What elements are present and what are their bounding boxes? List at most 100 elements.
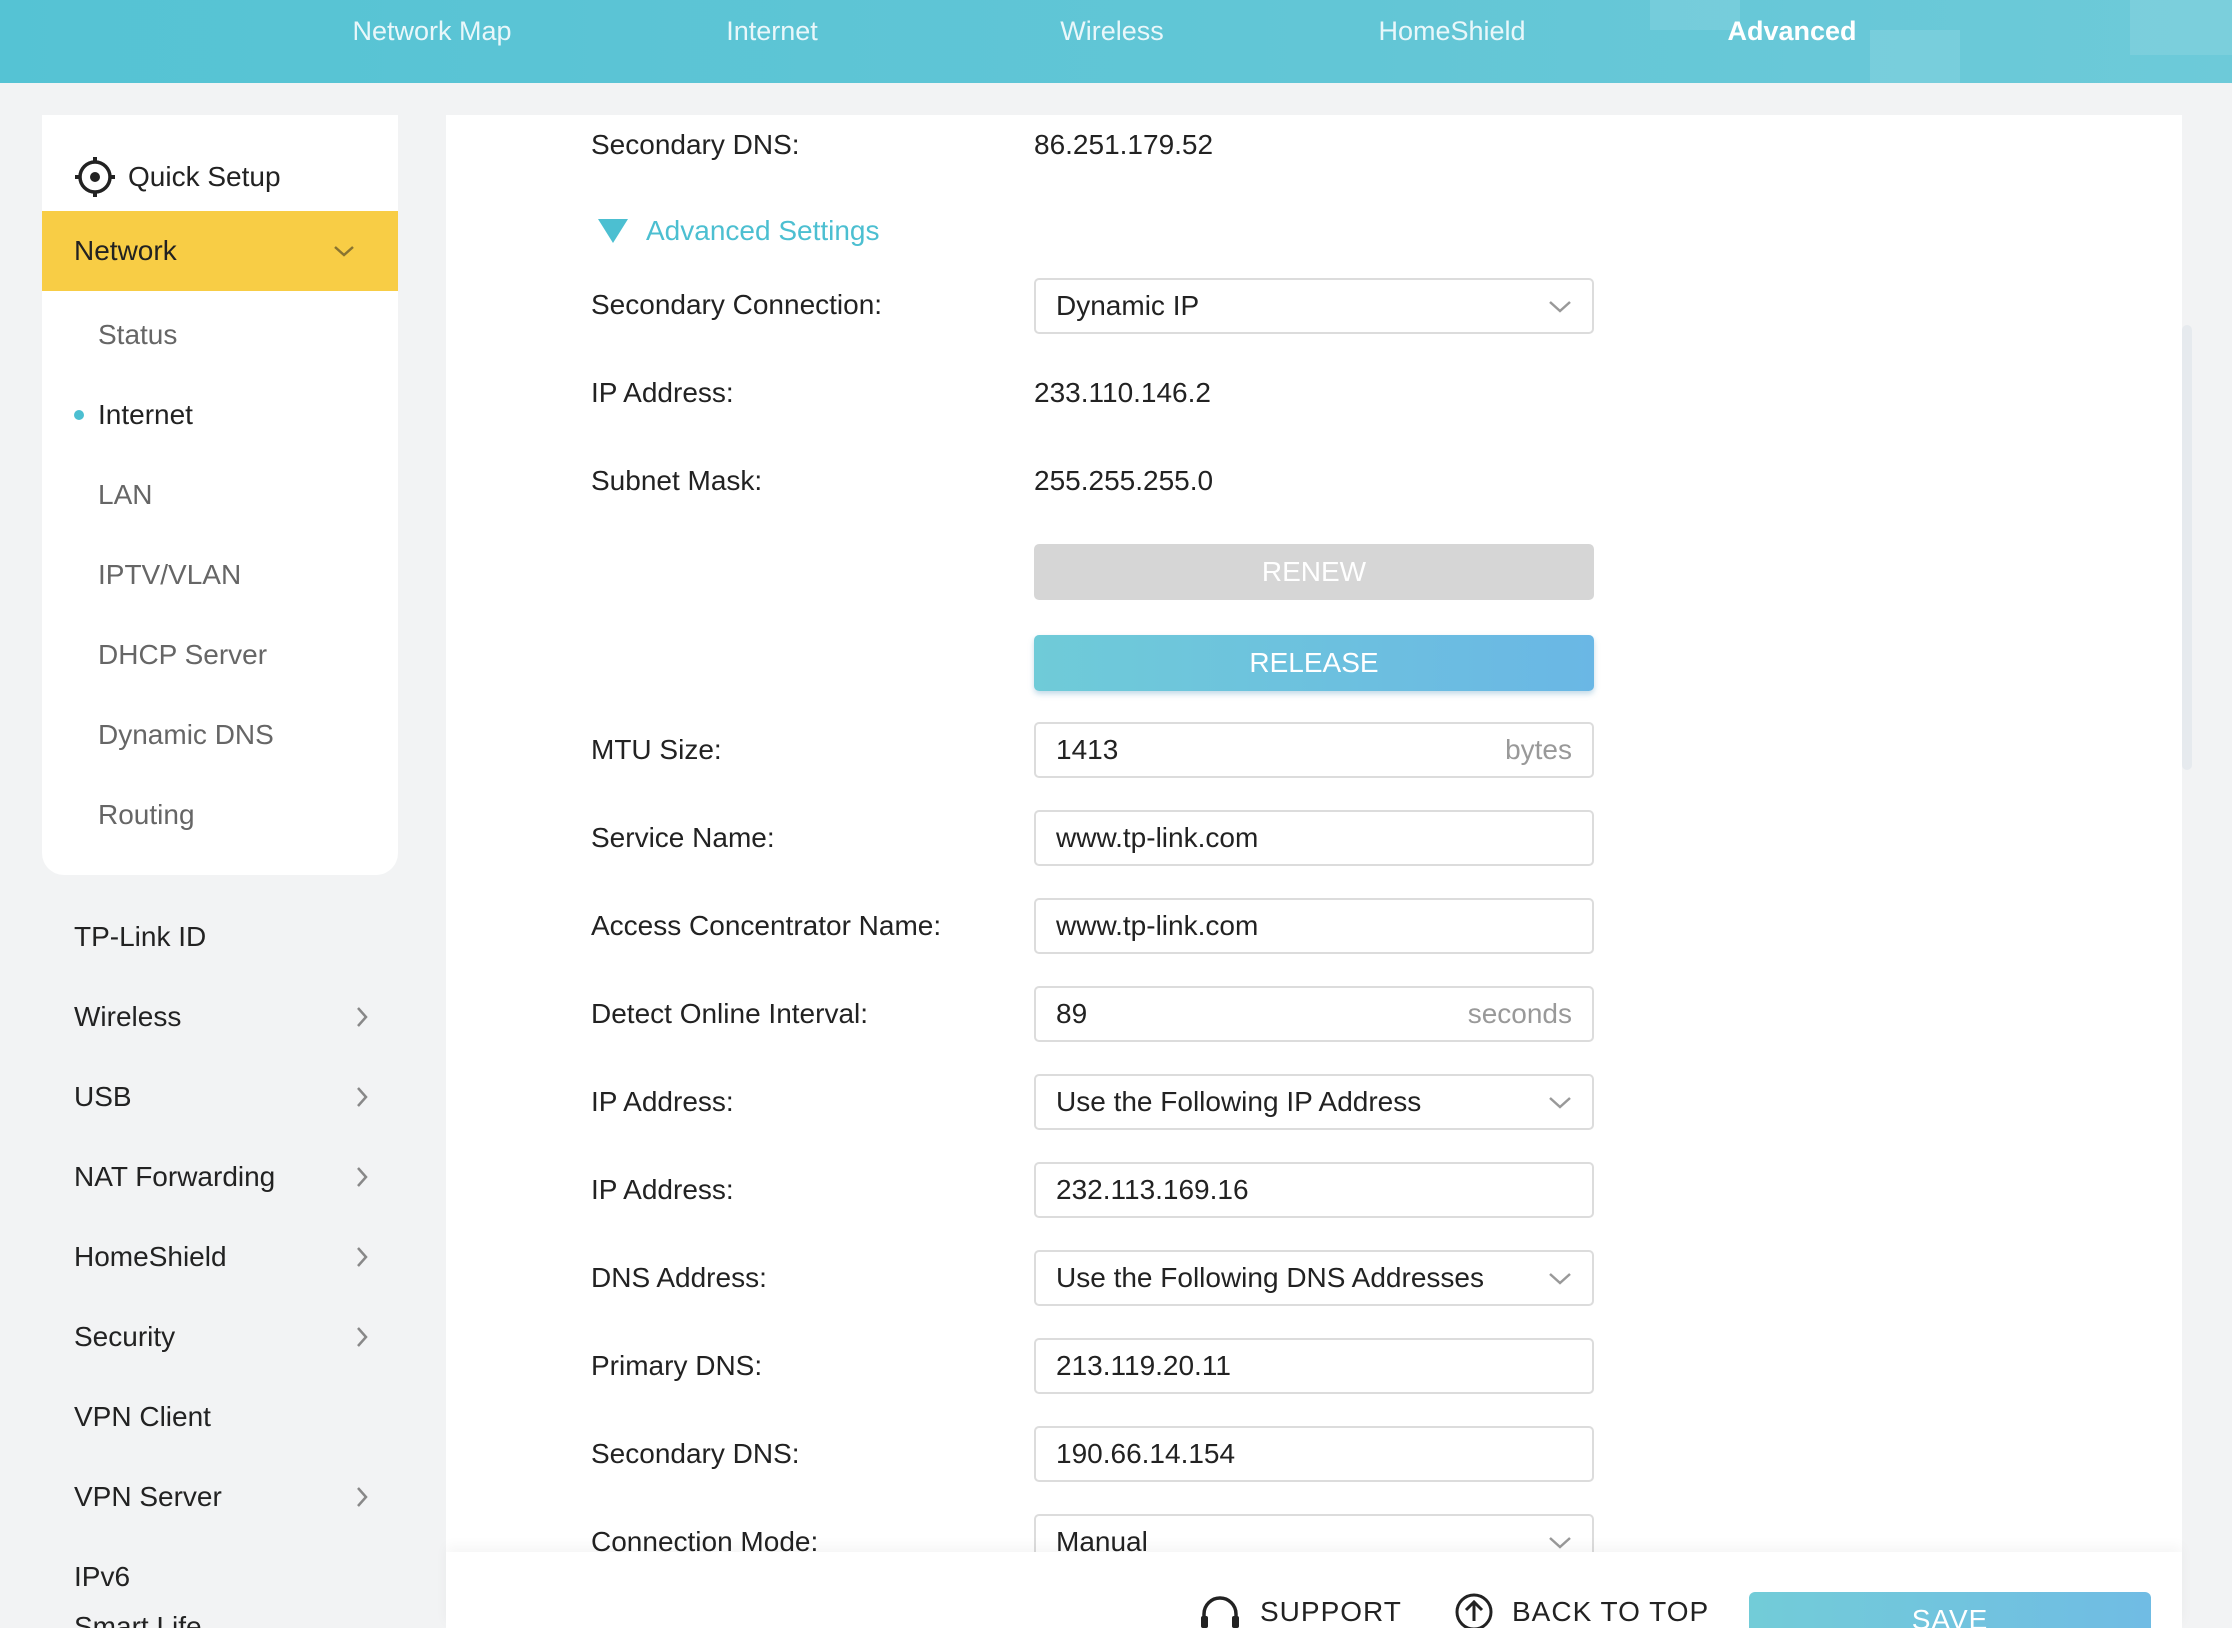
sidebar-item-ipv6[interactable]: IPv6 [74, 1555, 374, 1599]
support-link[interactable]: SUPPORT [1198, 1592, 1402, 1628]
tab-internet[interactable]: Internet [726, 0, 818, 62]
chevron-down-icon [334, 246, 354, 257]
sidebar-item-smart-life[interactable]: Smart Life [74, 1605, 374, 1628]
sidebar-item-label: Network [74, 235, 177, 266]
sidebar-item-label: Security [74, 1321, 176, 1352]
input-value: www.tp-link.com [1056, 910, 1259, 941]
sidebar-item-label: IPv6 [74, 1561, 131, 1592]
back-to-top-link[interactable]: BACK TO TOP [1454, 1592, 1709, 1628]
sidebar-item-label: Quick Setup [128, 161, 281, 192]
chevron-right-icon [357, 1087, 368, 1107]
service-name-label: Service Name: [591, 822, 775, 853]
sidebar-item-label: VPN Server [74, 1481, 222, 1512]
sidebar-subitem-status[interactable]: Status [98, 315, 177, 355]
sidebar-subitem-routing[interactable]: Routing [98, 795, 195, 835]
select-value: Dynamic IP [1056, 290, 1200, 321]
subnet-mask-label: Subnet Mask: [591, 465, 763, 496]
sidebar-subitem-internet[interactable]: Internet [98, 395, 193, 435]
sidebar-item-usb[interactable]: USB [74, 1075, 374, 1119]
sidebar-item-vpn-server[interactable]: VPN Server [74, 1475, 374, 1519]
mtu-size-label: MTU Size: [591, 734, 722, 765]
back-to-top-label: BACK TO TOP [1512, 1596, 1710, 1627]
advanced-settings-toggle[interactable]: Advanced Settings [598, 211, 880, 251]
advanced-settings-label: Advanced Settings [646, 215, 880, 246]
access-concentrator-input[interactable]: www.tp-link.com [1034, 898, 1594, 954]
sidebar-item-tp-link-id[interactable]: TP-Link ID [74, 915, 374, 959]
mtu-size-input[interactable]: 1413 bytes [1034, 722, 1594, 778]
sidebar-item-label: USB [74, 1081, 132, 1112]
sidebar-item-vpn-client[interactable]: VPN Client [74, 1395, 374, 1439]
scrollbar[interactable] [2182, 325, 2192, 770]
chevron-down-icon [1549, 301, 1571, 313]
subnet-mask-value: 255.255.255.0 [1034, 465, 1214, 496]
support-label: SUPPORT [1260, 1596, 1402, 1627]
ip-address-label: IP Address: [591, 377, 734, 408]
ip-address-value: 233.110.146.2 [1034, 377, 1211, 408]
sidebar-subitem-dynamic-dns[interactable]: Dynamic DNS [98, 715, 274, 755]
sidebar-item-security[interactable]: Security [74, 1315, 374, 1359]
active-indicator-dot [74, 410, 84, 420]
sidebar-item-homeshield[interactable]: HomeShield [74, 1235, 374, 1279]
service-name-input[interactable]: www.tp-link.com [1034, 810, 1594, 866]
detect-online-interval-label: Detect Online Interval: [591, 998, 869, 1029]
main-content: Secondary DNS: 86.251.179.52 Advanced Se… [446, 115, 2182, 1628]
renew-button[interactable]: RENEW [1034, 544, 1594, 600]
chevron-right-icon [357, 1247, 368, 1267]
secondary-dns-top-label: Secondary DNS: [591, 129, 800, 160]
unit-label: bytes [1505, 734, 1572, 765]
gear-icon [75, 157, 115, 197]
header-decoration [1870, 30, 1960, 83]
chevron-down-icon [1549, 1097, 1571, 1109]
select-value: Use the Following IP Address [1056, 1086, 1422, 1117]
sidebar-subitem-dhcp-server[interactable]: DHCP Server [98, 635, 267, 675]
sidebar-item-label: NAT Forwarding [74, 1161, 276, 1192]
ip-address-input[interactable]: 232.113.169.16 [1034, 1162, 1594, 1218]
input-value: 1413 [1056, 734, 1119, 765]
arrow-up-circle-icon [1455, 1593, 1493, 1628]
input-value: 213.119.20.11 [1056, 1350, 1231, 1381]
detect-online-interval-input[interactable]: 89 seconds [1034, 986, 1594, 1042]
tab-homeshield[interactable]: HomeShield [1378, 0, 1525, 62]
sidebar-item-nat-forwarding[interactable]: NAT Forwarding [74, 1155, 374, 1199]
sidebar-network-group: Quick Setup Network Status Internet LAN … [42, 115, 398, 875]
ip-address-mode-label: IP Address: [591, 1086, 734, 1117]
sidebar-item-network[interactable]: Network [42, 211, 398, 291]
chevron-down-icon [1549, 1537, 1571, 1549]
sidebar-item-quick-setup[interactable]: Quick Setup [74, 149, 281, 205]
top-navigation: Network Map Internet Wireless HomeShield… [0, 0, 2232, 83]
sidebar-item-label: HomeShield [74, 1241, 227, 1272]
secondary-connection-label: Secondary Connection: [591, 289, 883, 320]
sidebar-item-wireless[interactable]: Wireless [74, 995, 374, 1039]
sidebar-subitem-iptv-vlan[interactable]: IPTV/VLAN [98, 555, 241, 595]
tab-wireless[interactable]: Wireless [1060, 0, 1164, 62]
secondary-dns-top-value: 86.251.179.52 [1034, 129, 1214, 160]
release-button[interactable]: RELEASE [1034, 635, 1594, 691]
sidebar-item-label: Smart Life [74, 1611, 202, 1628]
input-value: 89 [1056, 998, 1088, 1029]
tab-network-map[interactable]: Network Map [352, 0, 511, 62]
save-button[interactable]: SAVE [1749, 1592, 2151, 1628]
secondary-connection-select[interactable]: Dynamic IP [1034, 278, 1594, 334]
input-value: 190.66.14.154 [1056, 1438, 1236, 1469]
ip-address-input-label: IP Address: [591, 1174, 734, 1205]
secondary-dns-label: Secondary DNS: [591, 1438, 800, 1469]
sidebar-item-label: Wireless [74, 1001, 182, 1032]
select-value: Use the Following DNS Addresses [1056, 1262, 1484, 1293]
access-concentrator-label: Access Concentrator Name: [591, 910, 942, 941]
chevron-right-icon [357, 1007, 368, 1027]
footer-bar: SUPPORT BACK TO TOP SAVE [446, 1552, 2182, 1628]
tab-advanced[interactable]: Advanced [1727, 0, 1856, 62]
chevron-right-icon [357, 1487, 368, 1507]
primary-dns-input[interactable]: 213.119.20.11 [1034, 1338, 1594, 1394]
sidebar-item-label: VPN Client [74, 1401, 211, 1432]
input-value: www.tp-link.com [1056, 822, 1259, 853]
chevron-right-icon [357, 1327, 368, 1347]
dns-address-select[interactable]: Use the Following DNS Addresses [1034, 1250, 1594, 1306]
chevron-right-icon [357, 1167, 368, 1187]
ip-address-mode-select[interactable]: Use the Following IP Address [1034, 1074, 1594, 1130]
headset-icon [1201, 1596, 1239, 1628]
secondary-dns-input[interactable]: 190.66.14.154 [1034, 1426, 1594, 1482]
triangle-down-icon [598, 219, 628, 243]
dns-address-label: DNS Address: [591, 1262, 767, 1293]
sidebar-subitem-lan[interactable]: LAN [98, 475, 152, 515]
